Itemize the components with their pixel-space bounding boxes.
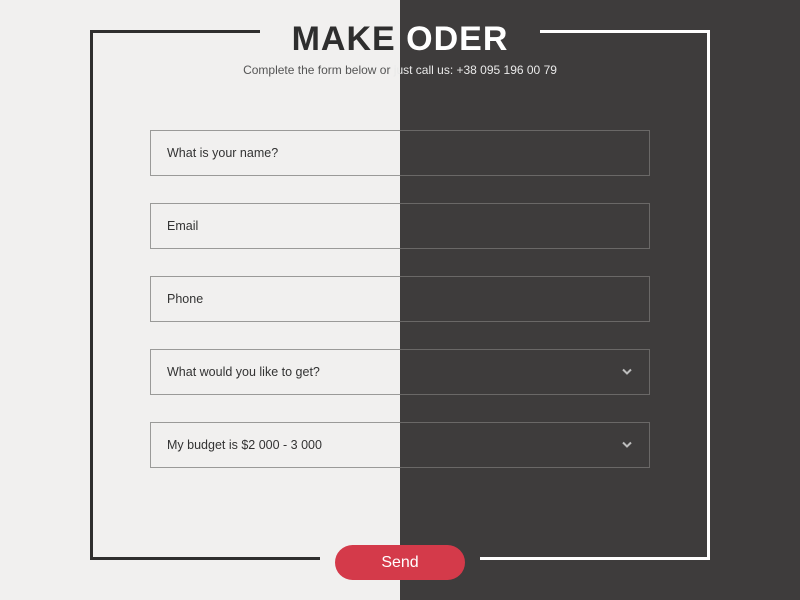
page-title: MAKE ODER bbox=[0, 20, 800, 59]
title-right: ODER bbox=[406, 20, 508, 58]
phone-placeholder: Phone bbox=[150, 276, 400, 322]
send-button[interactable]: Send bbox=[335, 545, 465, 580]
email-placeholder: Email bbox=[150, 203, 400, 249]
form-header: MAKE ODER Complete the form below or jus… bbox=[0, 20, 800, 77]
phone-field[interactable]: Phone bbox=[150, 276, 650, 322]
name-field[interactable]: What is your name? bbox=[150, 130, 650, 176]
page-subtitle: Complete the form below or just call us:… bbox=[0, 63, 800, 77]
chevron-down-icon bbox=[621, 366, 633, 378]
subtitle-right: just call us: +38 095 196 00 79 bbox=[394, 63, 557, 77]
name-placeholder: What is your name? bbox=[150, 130, 400, 176]
want-placeholder: What would you like to get? bbox=[150, 349, 400, 395]
chevron-down-icon bbox=[621, 439, 633, 451]
order-form: What is your name? Email Phone What woul… bbox=[150, 130, 650, 495]
want-select[interactable]: What would you like to get? bbox=[150, 349, 650, 395]
title-left: MAKE bbox=[292, 20, 407, 58]
email-field[interactable]: Email bbox=[150, 203, 650, 249]
budget-selected: My budget is $2 000 - 3 000 bbox=[150, 422, 400, 468]
budget-select[interactable]: My budget is $2 000 - 3 000 bbox=[150, 422, 650, 468]
subtitle-left: Complete the form below or bbox=[243, 63, 394, 77]
